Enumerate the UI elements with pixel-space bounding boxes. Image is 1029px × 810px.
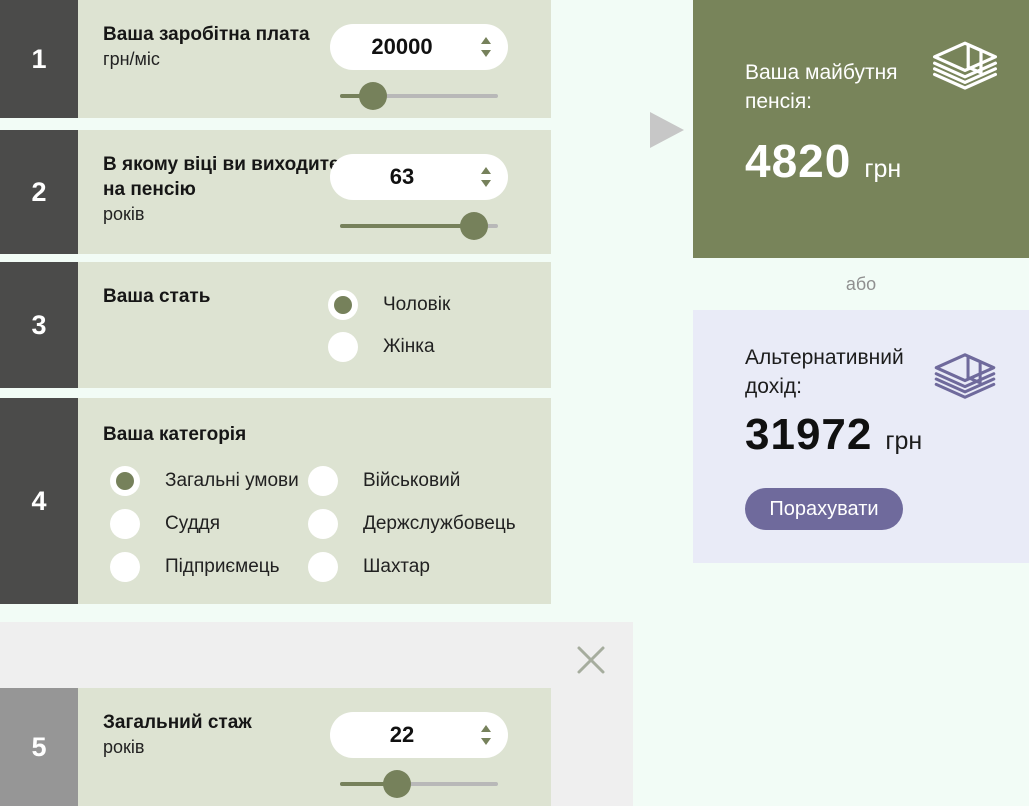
or-label: або: [845, 274, 877, 294]
pension-calculator: 1 Ваша заробітна плата грн/міс 20000 2 В…: [0, 0, 1029, 810]
radio-judge[interactable]: Суддя: [110, 509, 308, 539]
currency-label: грн: [864, 155, 902, 183]
step-label: Ваша стать: [103, 284, 341, 309]
currency-label: грн: [885, 427, 923, 455]
step-unit: грн/міс: [103, 49, 160, 70]
pension-label: Ваша майбутня пенсія:: [745, 61, 898, 114]
step-label: Ваша заробітна плата грн/міс: [103, 22, 341, 71]
radio-circle-icon[interactable]: [110, 466, 140, 496]
money-stack-icon: [934, 353, 996, 399]
step-number-badge: 3: [0, 262, 78, 388]
radio-label: Військовий: [363, 470, 461, 491]
money-stack-icon: [932, 41, 997, 90]
alternative-income-label: Альтернативний дохід:: [745, 346, 904, 399]
bottom-divider: [0, 806, 1029, 810]
slider-handle[interactable]: [460, 212, 489, 240]
radio-label: Чоловік: [383, 294, 451, 315]
radio-dot: [116, 472, 134, 490]
increment-arrow-icon[interactable]: [481, 725, 491, 732]
salary-slider[interactable]: [340, 82, 498, 110]
alternative-income-panel: Альтернативний дохід: 31972 грн Порахува…: [693, 310, 1029, 563]
close-icon[interactable]: [575, 644, 607, 676]
experience-step-overlay: 5 Загальний стаж років 22: [0, 622, 633, 810]
step-category: 4 Ваша категорія Загальні умови Військов…: [0, 398, 551, 604]
radio-dot: [334, 296, 352, 314]
slider-fill: [340, 224, 475, 228]
slider-handle[interactable]: [382, 770, 411, 798]
radio-female[interactable]: Жінка: [328, 332, 450, 362]
step-title: Ваша заробітна плата: [103, 24, 310, 45]
slider-handle[interactable]: [359, 82, 388, 110]
radio-label: Держслужбовець: [363, 513, 516, 534]
step-unit: років: [103, 737, 145, 758]
decrement-arrow-icon[interactable]: [481, 50, 491, 57]
radio-male[interactable]: Чоловік: [328, 290, 450, 320]
step-number-badge: 2: [0, 130, 78, 254]
radio-general-conditions[interactable]: Загальні умови: [110, 466, 308, 496]
step-number-badge: 5: [0, 688, 78, 806]
stepper-arrows[interactable]: [481, 712, 493, 758]
age-input[interactable]: 63: [330, 154, 508, 200]
step-retirement-age: 2 В якому віці ви виходите на пенсію рок…: [0, 130, 551, 254]
step-label: Ваша категорія: [103, 422, 503, 447]
step-number-badge: 4: [0, 398, 78, 604]
result-arrow-icon: [650, 112, 684, 148]
radio-circle-icon[interactable]: [328, 290, 358, 320]
category-radio-group: Загальні умови Військовий Суддя Держслуж…: [110, 466, 580, 582]
experience-input[interactable]: 22: [330, 712, 508, 758]
radio-circle-icon[interactable]: [308, 466, 338, 496]
radio-circle-icon[interactable]: [308, 552, 338, 582]
step-label: В якому віці ви виходите на пенсію років: [103, 152, 341, 226]
radio-circle-icon[interactable]: [110, 552, 140, 582]
decrement-arrow-icon[interactable]: [481, 180, 491, 187]
step-body: Ваша стать Чоловік Жінка: [78, 262, 551, 388]
radio-military[interactable]: Військовий: [308, 466, 580, 496]
step-unit: років: [103, 204, 145, 225]
step-gender: 3 Ваша стать Чоловік Жінка: [0, 262, 551, 388]
step-body: В якому віці ви виходите на пенсію років…: [78, 130, 551, 254]
gender-radio-group: Чоловік Жінка: [328, 290, 450, 362]
radio-circle-icon[interactable]: [328, 332, 358, 362]
stepper-arrows[interactable]: [481, 24, 493, 70]
radio-civil-servant[interactable]: Держслужбовець: [308, 509, 580, 539]
radio-circle-icon[interactable]: [110, 509, 140, 539]
age-slider[interactable]: [340, 212, 498, 240]
step-experience: 5 Загальний стаж років 22: [0, 688, 551, 806]
step-title: В якому віці ви виходите на пенсію: [103, 154, 340, 201]
step-label: Загальний стаж років: [103, 710, 341, 759]
alternative-income-value: 31972 грн: [745, 410, 922, 460]
salary-input[interactable]: 20000: [330, 24, 508, 70]
step-title: Ваша категорія: [103, 424, 247, 445]
step-body: Загальний стаж років 22: [78, 688, 551, 806]
radio-miner[interactable]: Шахтар: [308, 552, 580, 582]
radio-label: Жінка: [383, 336, 435, 357]
radio-entrepreneur[interactable]: Підприємець: [110, 552, 308, 582]
radio-label: Загальні умови: [165, 470, 299, 491]
increment-arrow-icon[interactable]: [481, 167, 491, 174]
step-title: Ваша стать: [103, 286, 211, 307]
pension-amount: 4820: [745, 135, 852, 187]
radio-label: Суддя: [165, 513, 221, 534]
step-title: Загальний стаж: [103, 712, 252, 733]
increment-arrow-icon[interactable]: [481, 37, 491, 44]
pension-result-panel: Ваша майбутня пенсія: 4820 грн: [693, 0, 1029, 258]
radio-label: Шахтар: [363, 556, 430, 577]
decrement-arrow-icon[interactable]: [481, 738, 491, 745]
radio-circle-icon[interactable]: [308, 509, 338, 539]
step-body: Ваша категорія Загальні умови Військовий…: [78, 398, 551, 604]
experience-slider[interactable]: [340, 770, 498, 798]
alternative-amount: 31972: [745, 410, 873, 459]
radio-label: Підприємець: [165, 556, 280, 577]
step-body: Ваша заробітна плата грн/міс 20000: [78, 0, 551, 118]
pension-value: 4820 грн: [745, 134, 901, 188]
step-number-badge: 1: [0, 0, 78, 118]
calculate-button[interactable]: Порахувати: [745, 488, 903, 530]
step-salary: 1 Ваша заробітна плата грн/міс 20000: [0, 0, 551, 118]
stepper-arrows[interactable]: [481, 154, 493, 200]
